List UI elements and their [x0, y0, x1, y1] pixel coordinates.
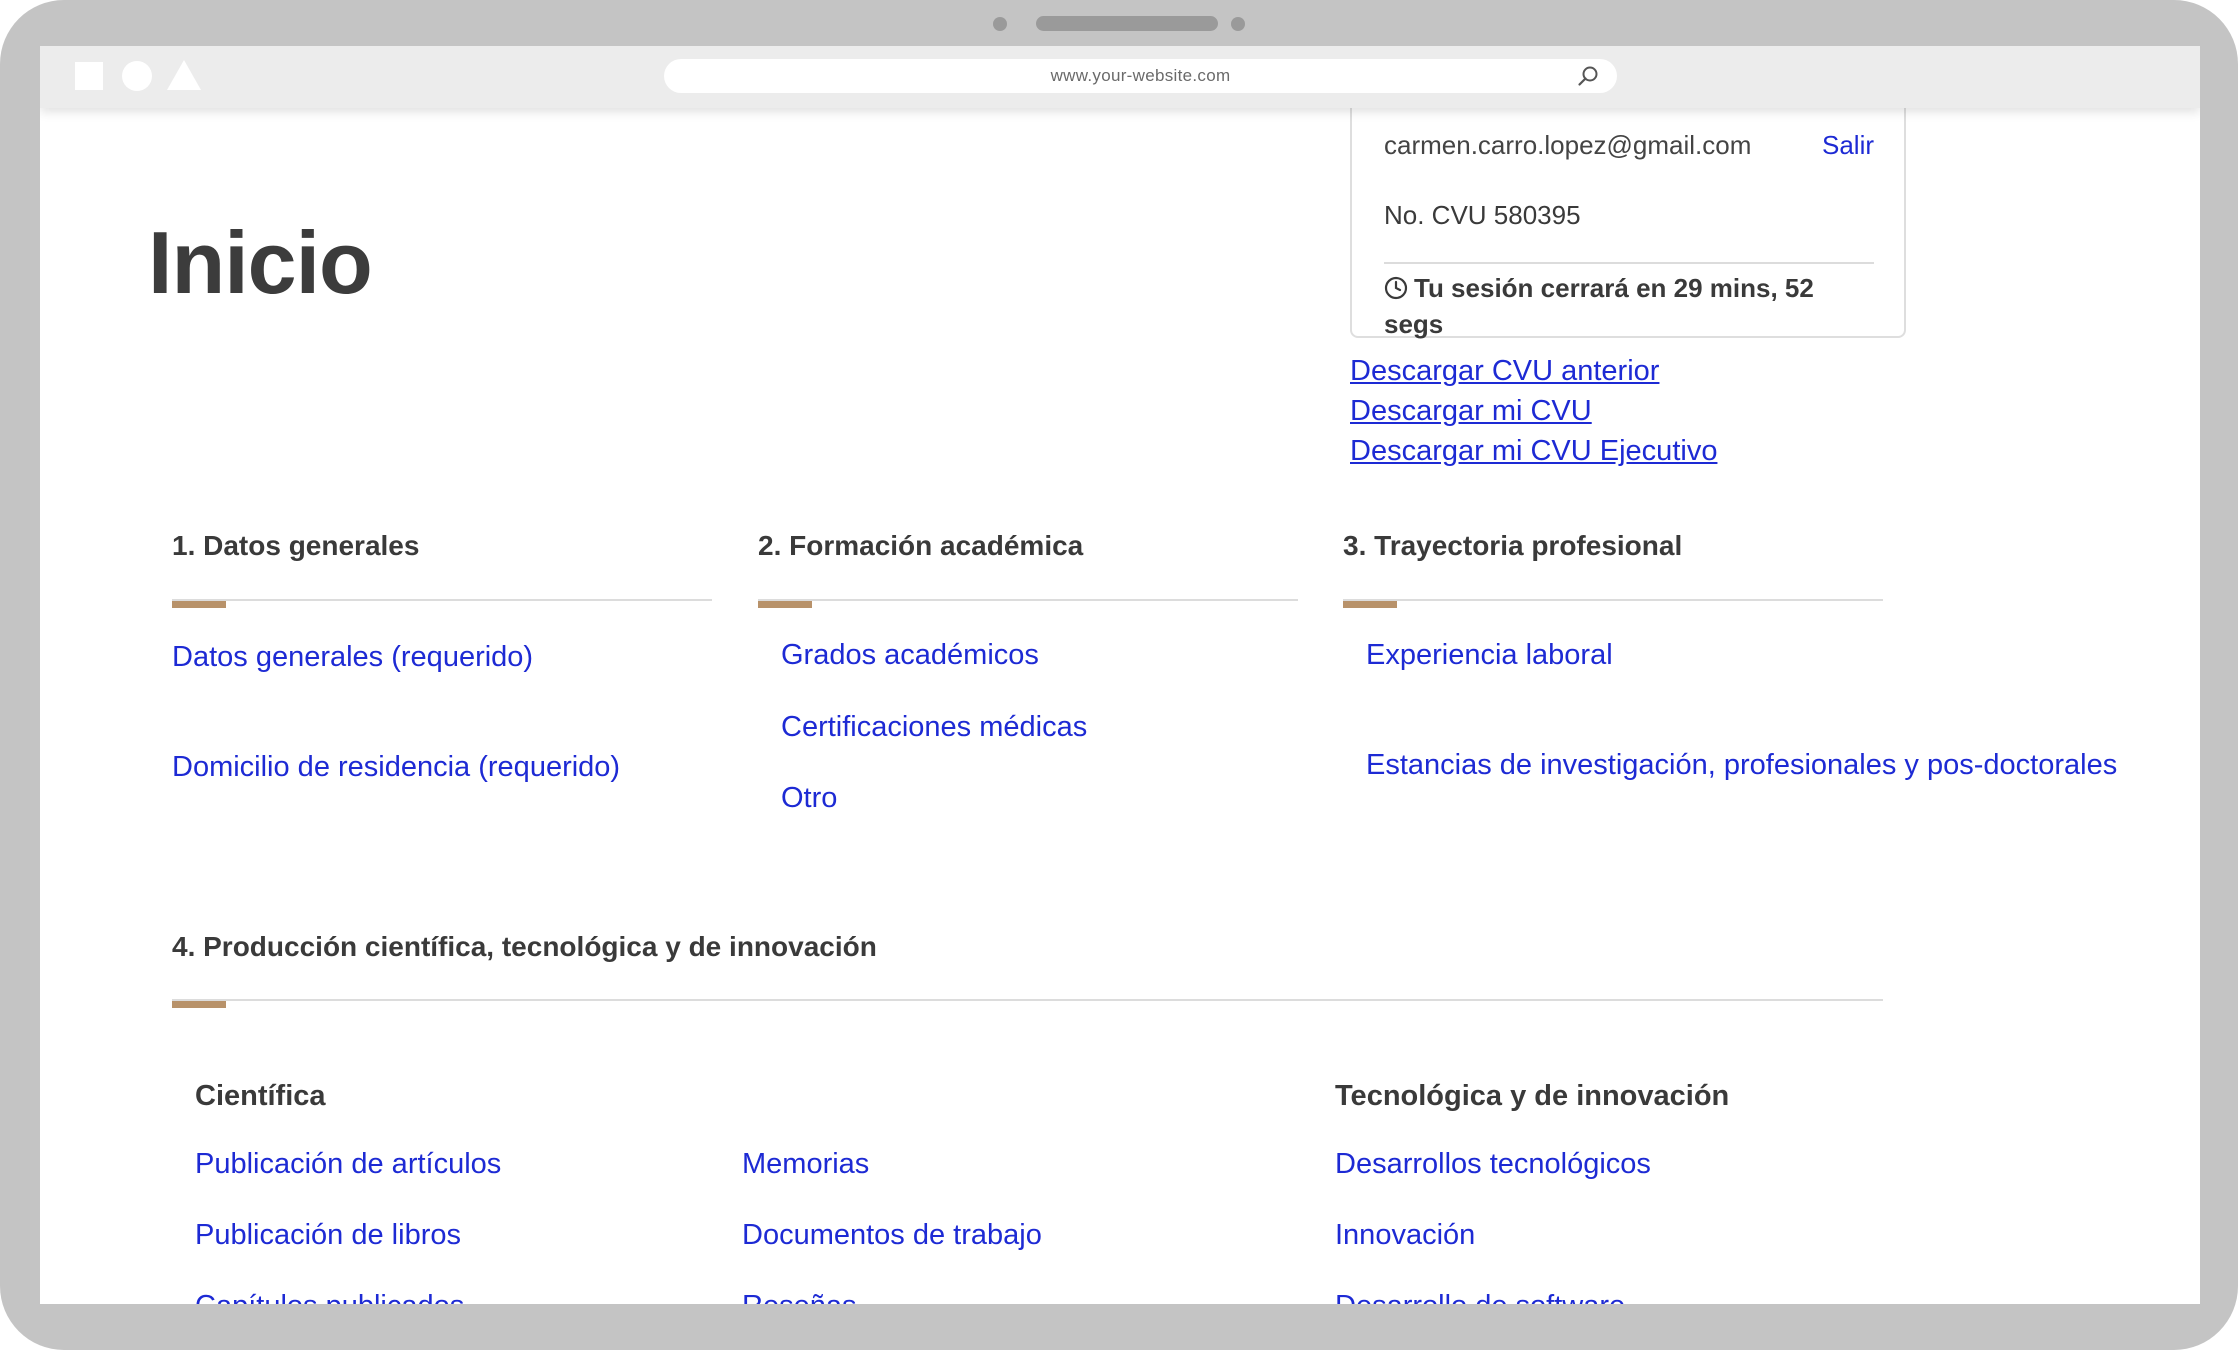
browser-toolbar: www.your-website.com [40, 46, 2200, 108]
section-divider [172, 599, 712, 601]
user-email: carmen.carro.lopez@gmail.com [1384, 130, 1752, 160]
section-accent-bar [758, 601, 812, 608]
link-resenas[interactable]: Reseñas [742, 1290, 856, 1304]
window-square-icon [75, 62, 103, 90]
link-datos-generales[interactable]: Datos generales (requerido) [172, 641, 533, 674]
search-icon[interactable] [1577, 65, 1599, 87]
link-otro[interactable]: Otro [781, 782, 837, 815]
sensor-dot [1231, 17, 1245, 31]
download-executive-cvu-link[interactable]: Descargar mi CVU Ejecutivo [1350, 431, 1717, 471]
page-title: Inicio [148, 213, 373, 312]
link-desarrollos-tecnologicos[interactable]: Desarrollos tecnológicos [1335, 1148, 1651, 1181]
cvu-number: No. CVU 580395 [1384, 200, 1581, 230]
speaker-grille [1036, 16, 1218, 31]
link-documentos-trabajo[interactable]: Documentos de trabajo [742, 1219, 1042, 1252]
logout-link[interactable]: Salir [1822, 130, 1874, 161]
window-circle-icon [122, 61, 152, 91]
link-publicacion-libros[interactable]: Publicación de libros [195, 1219, 461, 1252]
section-title-datos-generales: 1. Datos generales [172, 530, 420, 561]
session-timer: Tu sesión cerrará en 29 mins, 52 segs [1384, 270, 1874, 342]
download-my-cvu-link[interactable]: Descargar mi CVU [1350, 391, 1717, 431]
page-content: carmen.carro.lopez@gmail.com Salir No. C… [40, 46, 2200, 1304]
link-memorias[interactable]: Memorias [742, 1148, 869, 1181]
link-publicacion-articulos[interactable]: Publicación de artículos [195, 1148, 501, 1181]
link-capitulos-publicados[interactable]: Capítulos publicados [195, 1290, 464, 1304]
link-desarrollo-software[interactable]: Desarrollo de software [1335, 1290, 1625, 1304]
url-bar[interactable]: www.your-website.com [664, 59, 1617, 93]
link-experiencia-laboral[interactable]: Experiencia laboral [1366, 639, 1613, 672]
section-accent-bar [1343, 601, 1397, 608]
card-divider [1384, 262, 1874, 264]
section-title-formacion-academica: 2. Formación académica [758, 530, 1084, 561]
download-links: Descargar CVU anterior Descargar mi CVU … [1350, 351, 1717, 471]
url-text[interactable]: www.your-website.com [664, 66, 1617, 86]
section-divider [172, 999, 1883, 1001]
link-innovacion[interactable]: Innovación [1335, 1219, 1475, 1252]
link-domicilio-residencia[interactable]: Domicilio de residencia (requerido) [172, 751, 620, 784]
session-timer-text: Tu sesión cerrará en 29 mins, 52 segs [1384, 273, 1814, 339]
subsection-title-cientifica: Científica [195, 1080, 326, 1112]
link-certificaciones-medicas[interactable]: Certificaciones médicas [781, 711, 1087, 744]
link-estancias-investigacion[interactable]: Estancias de investigación, profesionale… [1366, 749, 2117, 782]
clock-icon [1384, 276, 1408, 300]
download-previous-cvu-link[interactable]: Descargar CVU anterior [1350, 351, 1717, 391]
section-title-produccion-cientifica: 4. Producción científica, tecnológica y … [172, 931, 877, 962]
browser-window: www.your-website.com carmen.carro.lopez@… [40, 46, 2200, 1304]
section-divider [758, 599, 1298, 601]
window-triangle-icon [167, 60, 201, 90]
link-grados-academicos[interactable]: Grados académicos [781, 639, 1039, 672]
section-accent-bar [172, 1001, 226, 1008]
device-frame: www.your-website.com carmen.carro.lopez@… [0, 0, 2238, 1350]
section-title-trayectoria-profesional: 3. Trayectoria profesional [1343, 530, 1683, 561]
section-accent-bar [172, 601, 226, 608]
subsection-title-tecnologica-innovacion: Tecnológica y de innovación [1335, 1080, 1730, 1112]
camera-dot [993, 17, 1007, 31]
section-divider [1343, 599, 1883, 601]
